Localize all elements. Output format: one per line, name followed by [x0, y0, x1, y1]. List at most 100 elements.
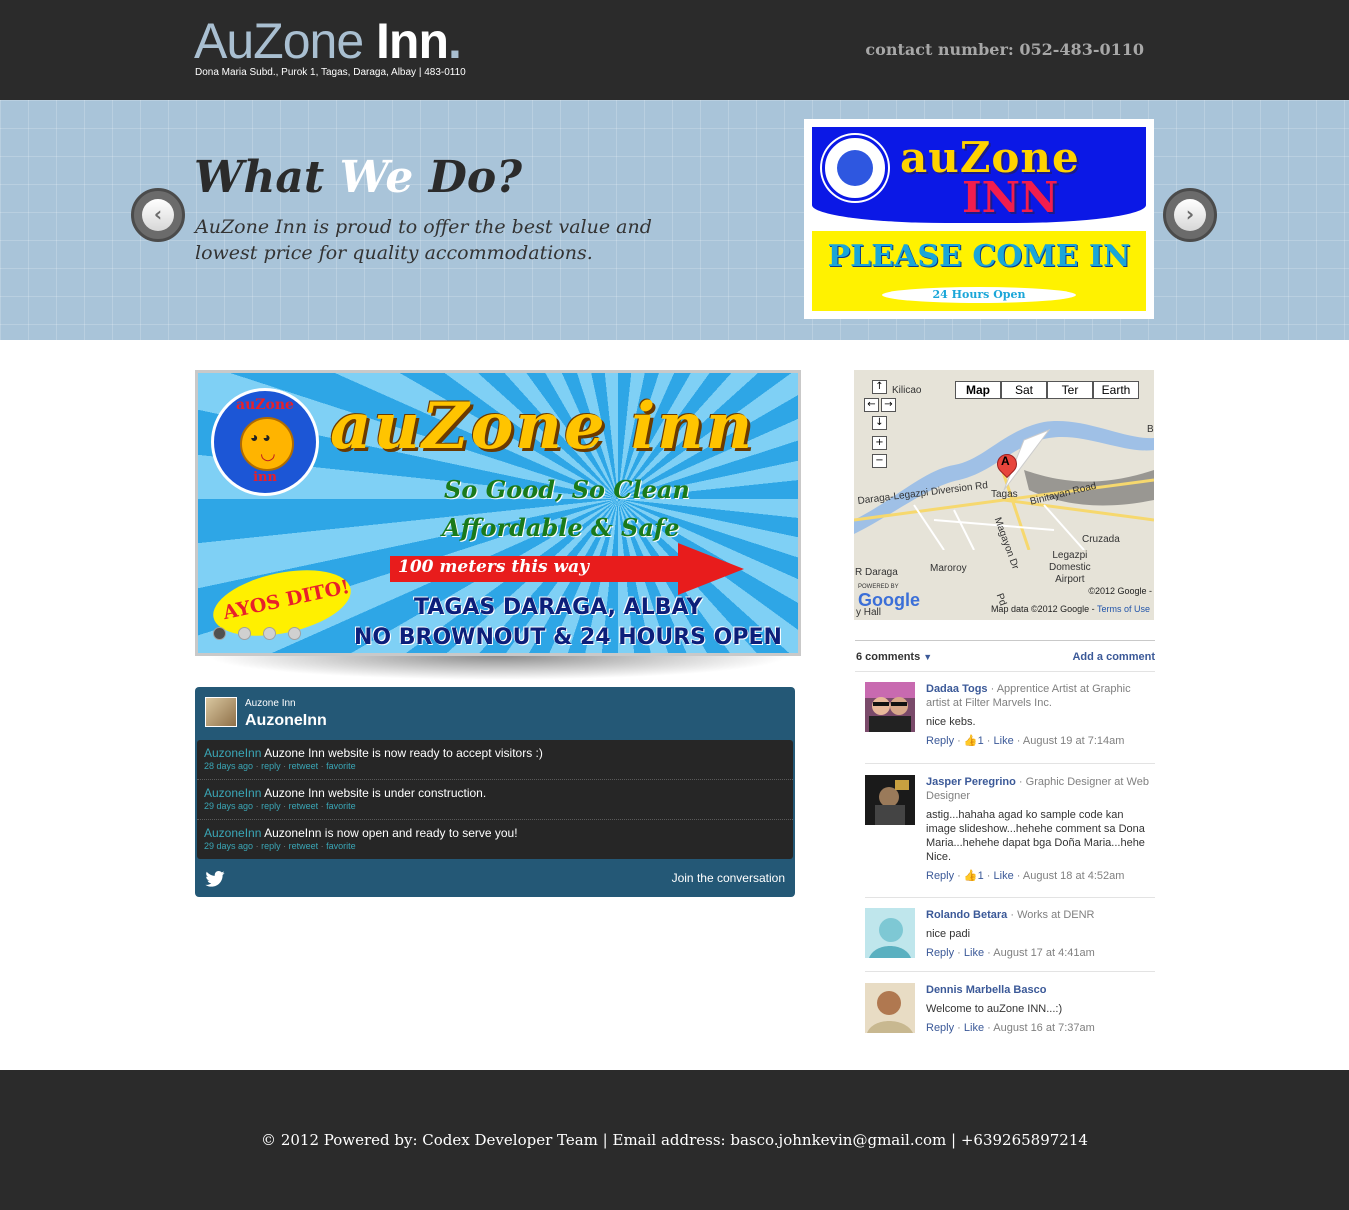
sign-top-panel: auZone INN [812, 127, 1146, 223]
sign-bottom-panel: PLEASE COME IN 24 Hours Open [812, 231, 1146, 311]
comment-reply-link[interactable]: Reply [926, 1022, 954, 1034]
comment-like-count[interactable]: 1 [978, 870, 984, 882]
comment-time[interactable]: August 18 at 4:52am [1023, 870, 1125, 882]
tweet-retweet-link[interactable]: retweet [289, 801, 319, 811]
twitter-bird-icon[interactable] [205, 871, 225, 887]
map-label-b: B [1147, 424, 1154, 435]
tweet-reply-link[interactable]: reply [261, 801, 281, 811]
comment-reply-link[interactable]: Reply [926, 947, 954, 959]
comment-count-dropdown[interactable]: 6 comments ▼ [856, 651, 932, 663]
comment-text: nice padi [926, 928, 971, 940]
hero-title-we: We [339, 152, 414, 203]
comment-like-link[interactable]: Like [964, 1022, 984, 1034]
map-zoom-in-icon[interactable]: + [872, 436, 887, 450]
map-label-maroroy: Maroroy [930, 563, 967, 574]
comment-author[interactable]: Dennis Marbella Basco [926, 984, 1046, 996]
comment-author[interactable]: Dadaa Togs [926, 683, 988, 695]
map-type-ter[interactable]: Ter [1047, 381, 1093, 399]
banner-features: NO BROWNOUT & 24 HOURS OPEN [354, 625, 782, 650]
map-type-earth[interactable]: Earth [1093, 381, 1139, 399]
tweet-reply-link[interactable]: reply [261, 761, 281, 771]
tweet-favorite-link[interactable]: favorite [326, 801, 356, 811]
comment-like-link[interactable]: Like [994, 735, 1014, 747]
tweet-time[interactable]: 29 days ago [204, 801, 253, 811]
slide-dot-2[interactable] [238, 627, 251, 640]
map-pan-down-icon[interactable]: ↓ [872, 416, 887, 430]
hero-title: What We Do? [194, 152, 522, 203]
twitter-widget: Auzone Inn AuzoneInn AuzoneInn Auzone In… [195, 687, 795, 897]
tweet-favorite-link[interactable]: favorite [326, 841, 356, 851]
avatar[interactable] [865, 908, 915, 958]
tweet-user[interactable]: AuzoneInn [204, 746, 261, 760]
slide-dot-1[interactable] [213, 627, 226, 640]
add-comment-link[interactable]: Add a comment [1072, 651, 1155, 663]
map-terms-link[interactable]: Terms of Use [1097, 604, 1150, 614]
tweet-user[interactable]: AuzoneInn [204, 826, 261, 840]
comment-item: Jasper Peregrino · Graphic Designer at W… [865, 775, 1155, 898]
hero-description: AuZone Inn is proud to offer the best va… [195, 216, 652, 264]
sign-hours: 24 Hours Open [882, 287, 1076, 303]
map-zoom-out-icon[interactable]: − [872, 454, 887, 468]
site-footer: © 2012 Powered by: Codex Developer Team … [0, 1070, 1349, 1210]
comment-body: Jasper Peregrino · Graphic Designer at W… [926, 775, 1155, 883]
slide-dot-4[interactable] [288, 627, 301, 640]
twitter-avatar[interactable] [205, 697, 237, 727]
smiley-icon [240, 417, 294, 471]
brand-logo[interactable]: AuZone Inn. Dona Maria Subd., Purok 1, T… [194, 14, 466, 78]
map-type-selector: Map Sat Ter Earth [955, 381, 1139, 399]
tweet-item: AuzoneInn Auzone Inn website is under co… [197, 780, 793, 820]
banner-subtitle-1: So Good, So Clean [444, 475, 690, 504]
map-pan-up-icon[interactable]: ↑ [872, 380, 887, 394]
comment-like-link[interactable]: Like [964, 947, 984, 959]
tweet-retweet-link[interactable]: retweet [289, 761, 319, 771]
tweet-retweet-link[interactable]: retweet [289, 841, 319, 851]
avatar[interactable] [865, 983, 915, 1033]
slider-prev-button[interactable]: ‹ [131, 188, 185, 242]
map-type-map[interactable]: Map [955, 381, 1001, 399]
hero-title-do: Do? [428, 152, 523, 203]
comment-body: Dennis Marbella Basco Welcome to auZone … [926, 983, 1155, 1035]
comment-time[interactable]: August 17 at 4:41am [993, 947, 1095, 959]
tweet-reply-link[interactable]: reply [261, 841, 281, 851]
map-pan-right-icon[interactable]: → [881, 398, 896, 412]
slider-next-button[interactable]: › [1163, 188, 1217, 242]
comment-reply-link[interactable]: Reply [926, 870, 954, 882]
comment-text: astig...hahaha agad ko sample code kan i… [926, 809, 1145, 863]
comment-time[interactable]: August 16 at 7:37am [993, 1022, 1095, 1034]
google-logo[interactable]: Google [858, 590, 920, 611]
comment-like-count[interactable]: 1 [978, 735, 984, 747]
comment-reply-link[interactable]: Reply [926, 735, 954, 747]
map-label-daraga: R Daraga [855, 567, 898, 578]
comment-time[interactable]: August 19 at 7:14am [1023, 735, 1125, 747]
map-label-kilicao: Kilicao [892, 385, 922, 396]
chevron-left-icon: ‹ [142, 199, 174, 231]
comment-author[interactable]: Rolando Betara [926, 909, 1007, 921]
map-pan-left-icon[interactable]: ← [864, 398, 879, 412]
join-conversation-link[interactable]: Join the conversation [672, 871, 785, 885]
comment-text: nice kebs. [926, 716, 976, 728]
thumbs-up-icon: 👍 [963, 870, 978, 882]
comment-actions: Reply · Like · August 17 at 4:41am [926, 947, 1095, 959]
contact-number: contact number: 052-483-0110 [865, 40, 1144, 59]
avatar[interactable] [865, 775, 915, 825]
tweet-favorite-link[interactable]: favorite [326, 761, 356, 771]
avatar[interactable] [865, 682, 915, 732]
hero-sign-image: auZone INN PLEASE COME IN 24 Hours Open [804, 119, 1154, 319]
google-map[interactable]: ↑ ← → ↓ + − Map Sat Ter Earth Kilicao B … [854, 370, 1154, 620]
tweet-user[interactable]: AuzoneInn [204, 786, 261, 800]
slide-dot-3[interactable] [263, 627, 276, 640]
tweet-time[interactable]: 29 days ago [204, 841, 253, 851]
tweet-time[interactable]: 28 days ago [204, 761, 253, 771]
comment-like-link[interactable]: Like [994, 870, 1014, 882]
comment-author[interactable]: Jasper Peregrino [926, 776, 1016, 788]
comment-author-line: Jasper Peregrino · Graphic Designer at W… [926, 775, 1155, 803]
twitter-handle[interactable]: AuzoneInn [245, 712, 327, 730]
map-data-attribution: Map data ©2012 Google - Terms of Use [991, 604, 1150, 614]
tweet-line: AuzoneInn Auzone Inn website is under co… [204, 786, 793, 800]
banner-subtitle-2: Affordable & Safe [442, 513, 680, 542]
tweet-item: AuzoneInn AuzoneInn is now open and read… [197, 820, 793, 860]
banner-shadow [205, 656, 791, 680]
map-type-sat[interactable]: Sat [1001, 381, 1047, 399]
slide-indicators [213, 627, 313, 645]
map-label-cruzada: Cruzada [1082, 534, 1120, 545]
